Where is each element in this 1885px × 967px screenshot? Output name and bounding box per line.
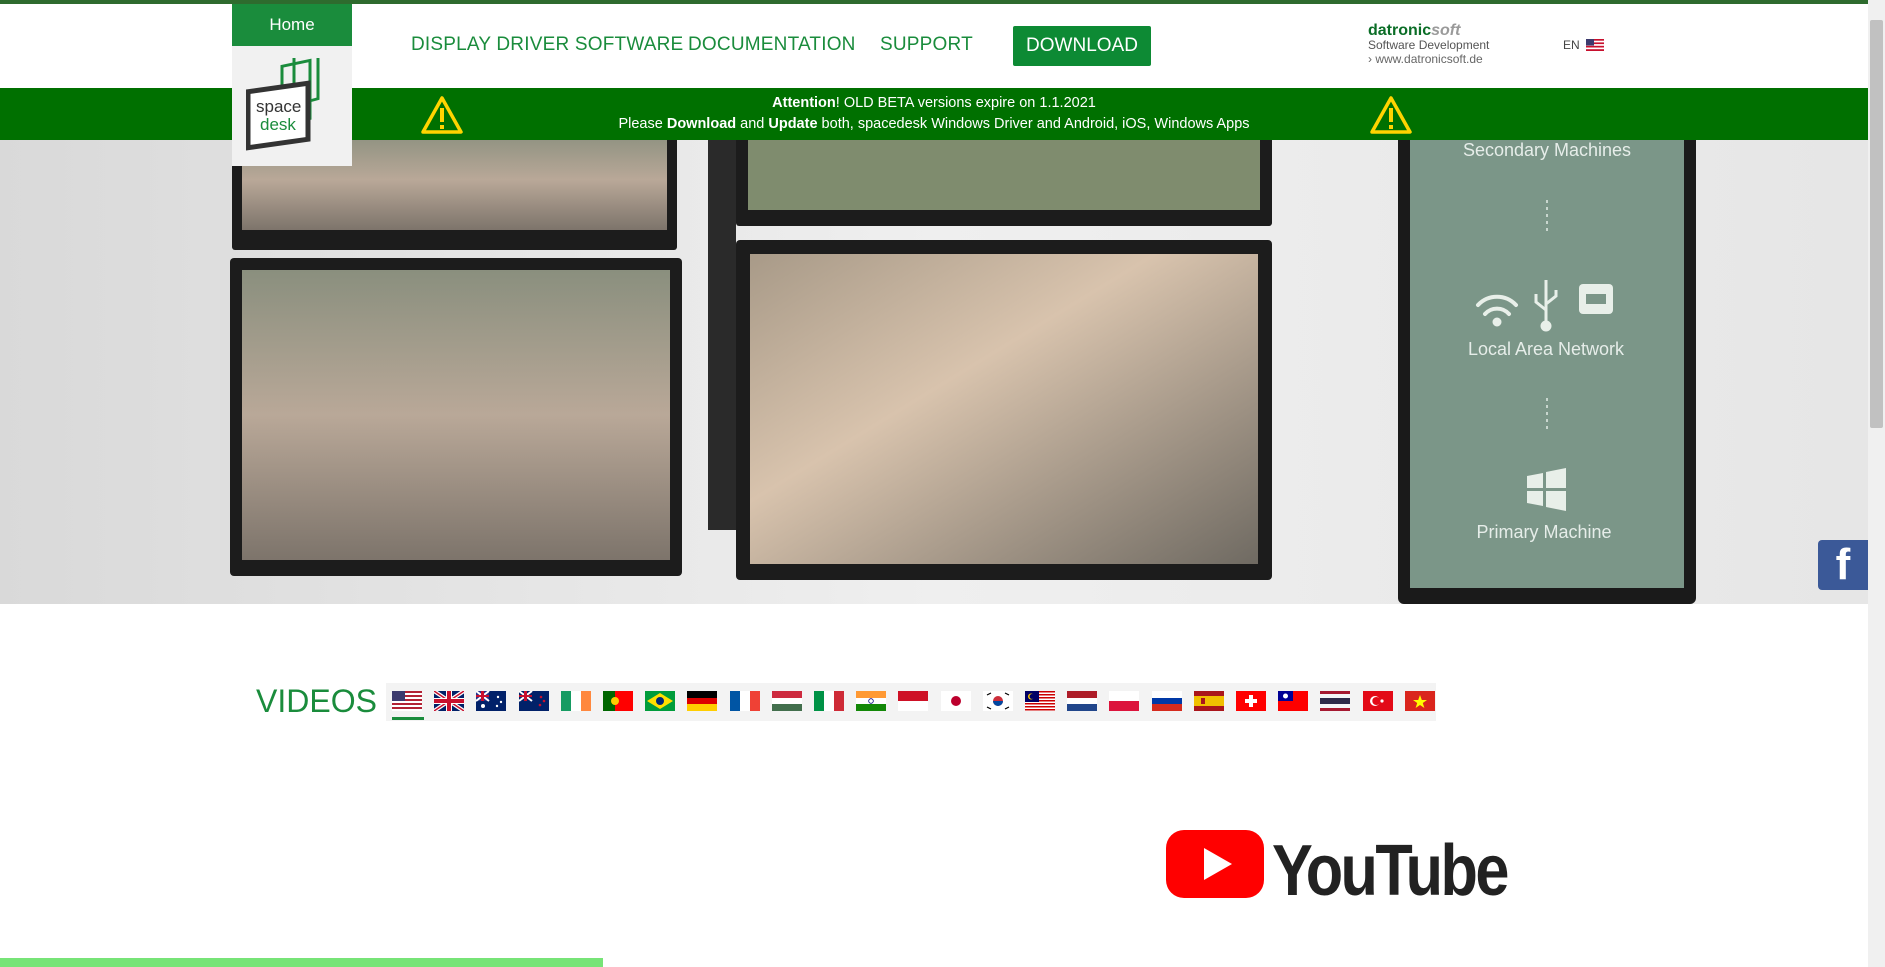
flag-de-icon[interactable] <box>687 691 718 711</box>
brand-name-main: datronic <box>1368 22 1432 39</box>
flag-nz-icon[interactable] <box>518 691 549 711</box>
download-button[interactable]: DOWNLOAD <box>1013 26 1151 66</box>
flag-my-icon[interactable] <box>1025 691 1055 711</box>
youtube-wordmark[interactable]: YouTube <box>1272 830 1509 912</box>
flag-fr-icon[interactable] <box>729 691 760 711</box>
flag-pt-icon[interactable] <box>603 691 633 711</box>
logo-text-space: space <box>256 97 301 116</box>
videos-title: VIDEOS <box>256 683 377 719</box>
youtube-play-icon[interactable] <box>1166 830 1264 898</box>
flag-ch-icon[interactable] <box>1236 691 1266 711</box>
language-code: EN <box>1563 38 1580 52</box>
spacedesk-logo[interactable]: space desk <box>246 58 338 156</box>
nav-home[interactable]: Home <box>232 4 352 46</box>
flag-nl-icon[interactable] <box>1067 691 1098 711</box>
flag-tr-icon[interactable] <box>1362 691 1393 711</box>
logo-text-desk: desk <box>260 115 296 134</box>
us-flag-icon <box>1585 39 1604 51</box>
flag-th-icon[interactable] <box>1320 691 1351 711</box>
flag-gb-icon[interactable] <box>434 691 465 711</box>
flag-br-icon[interactable] <box>645 691 676 711</box>
datronicsoft-brand[interactable]: datronicsoft Software Development › www.… <box>1368 22 1490 67</box>
logo-box: Home space desk <box>232 4 352 166</box>
flag-pl-icon[interactable] <box>1109 691 1140 711</box>
banner-line2-rest: both, spacedesk Windows Driver and Andro… <box>817 116 1250 132</box>
video-language-flags <box>386 683 1436 721</box>
flag-tw-icon[interactable] <box>1278 691 1309 711</box>
scrollbar-thumb[interactable] <box>1870 20 1883 428</box>
flag-in-icon[interactable] <box>856 691 887 711</box>
flag-ru-icon[interactable] <box>1151 691 1182 711</box>
banner-and: and <box>736 116 769 132</box>
banner-download: Download <box>666 116 737 132</box>
ethernet-icon <box>1579 284 1613 314</box>
flag-us-icon[interactable] <box>392 691 422 711</box>
facebook-icon[interactable]: f <box>1818 540 1868 590</box>
selected-flag-indicator <box>392 717 424 720</box>
banner-please: Please <box>618 116 667 132</box>
flag-id-icon[interactable] <box>898 691 929 711</box>
banner-attention: Attention <box>772 95 836 111</box>
banner-update: Update <box>768 116 818 132</box>
flag-hu-icon[interactable] <box>771 691 802 711</box>
flag-kr-icon[interactable] <box>982 691 1013 711</box>
hero-illustration: Secondary Machines Local Area Network Pr… <box>230 140 1696 604</box>
brand-tagline: Software Development <box>1368 38 1490 52</box>
hero-image: Secondary Machines Local Area Network Pr… <box>0 140 1868 604</box>
page-load-progress <box>0 958 603 967</box>
brand-name-accent: soft <box>1431 22 1461 39</box>
hero-local-area-network: Local Area Network <box>1468 339 1625 359</box>
flag-ie-icon[interactable] <box>560 691 591 711</box>
banner-line1-rest: ! OLD BETA versions expire on 1.1.2021 <box>835 95 1096 111</box>
language-selector[interactable]: EN <box>1563 38 1604 52</box>
flag-es-icon[interactable] <box>1193 691 1224 711</box>
flag-vn-icon[interactable] <box>1404 691 1435 711</box>
nav-documentation[interactable]: DOCUMENTATION <box>688 24 856 66</box>
warning-icon <box>1370 96 1412 134</box>
hero-primary-machine: Primary Machine <box>1476 522 1611 542</box>
nav-display-driver-software[interactable]: DISPLAY DRIVER SOFTWARE <box>411 24 683 66</box>
flag-jp-icon[interactable] <box>940 691 971 711</box>
flag-au-icon[interactable] <box>476 691 507 711</box>
flag-it-icon[interactable] <box>814 691 844 711</box>
hero-secondary-machines: Secondary Machines <box>1463 140 1631 160</box>
nav-support[interactable]: SUPPORT <box>880 24 973 66</box>
brand-link[interactable]: www.datronicsoft.de <box>1375 52 1482 66</box>
